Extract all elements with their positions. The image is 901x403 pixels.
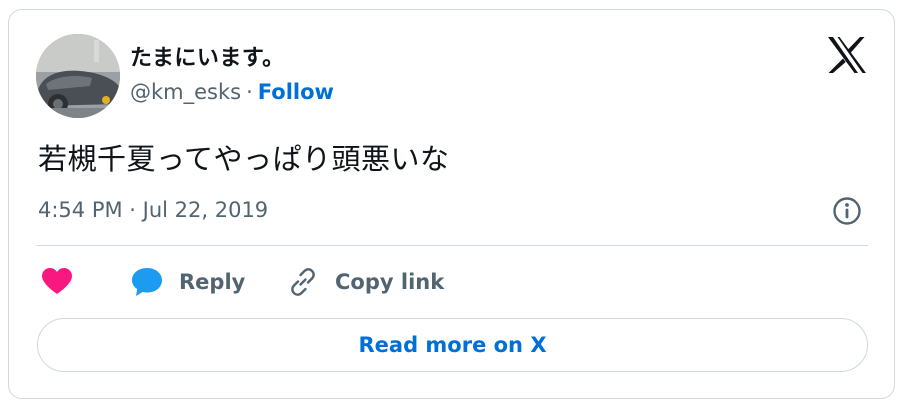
speech-bubble-icon <box>132 268 162 296</box>
display-name[interactable]: たまにいます。 <box>130 40 285 72</box>
heart-icon <box>42 268 72 294</box>
reply-button[interactable]: Reply <box>131 265 245 299</box>
avatar[interactable] <box>36 34 120 118</box>
tweet-embed-card: たまにいます。 @km_esks · Follow 若槻千夏ってやっぱり頭悪いな… <box>8 9 895 399</box>
tweet-timestamp[interactable]: 4:54 PM · Jul 22, 2019 <box>38 198 268 222</box>
follow-button[interactable]: Follow <box>258 80 334 104</box>
reply-label: Reply <box>179 270 246 294</box>
user-meta: @km_esks · Follow <box>130 80 334 104</box>
like-button[interactable] <box>42 265 72 299</box>
x-logo-icon[interactable] <box>827 36 867 74</box>
copy-link-button[interactable]: Copy link <box>287 265 444 299</box>
divider <box>37 245 868 246</box>
copy-link-label: Copy link <box>335 270 445 294</box>
link-icon <box>291 268 315 296</box>
handle[interactable]: @km_esks <box>130 80 241 104</box>
tweet-text: 若槻千夏ってやっぱり頭悪いな <box>38 142 450 176</box>
info-icon[interactable] <box>832 196 862 226</box>
separator-dot: · <box>246 80 253 104</box>
avatar-car-image <box>36 34 120 118</box>
read-more-button[interactable]: Read more on X <box>37 318 868 372</box>
